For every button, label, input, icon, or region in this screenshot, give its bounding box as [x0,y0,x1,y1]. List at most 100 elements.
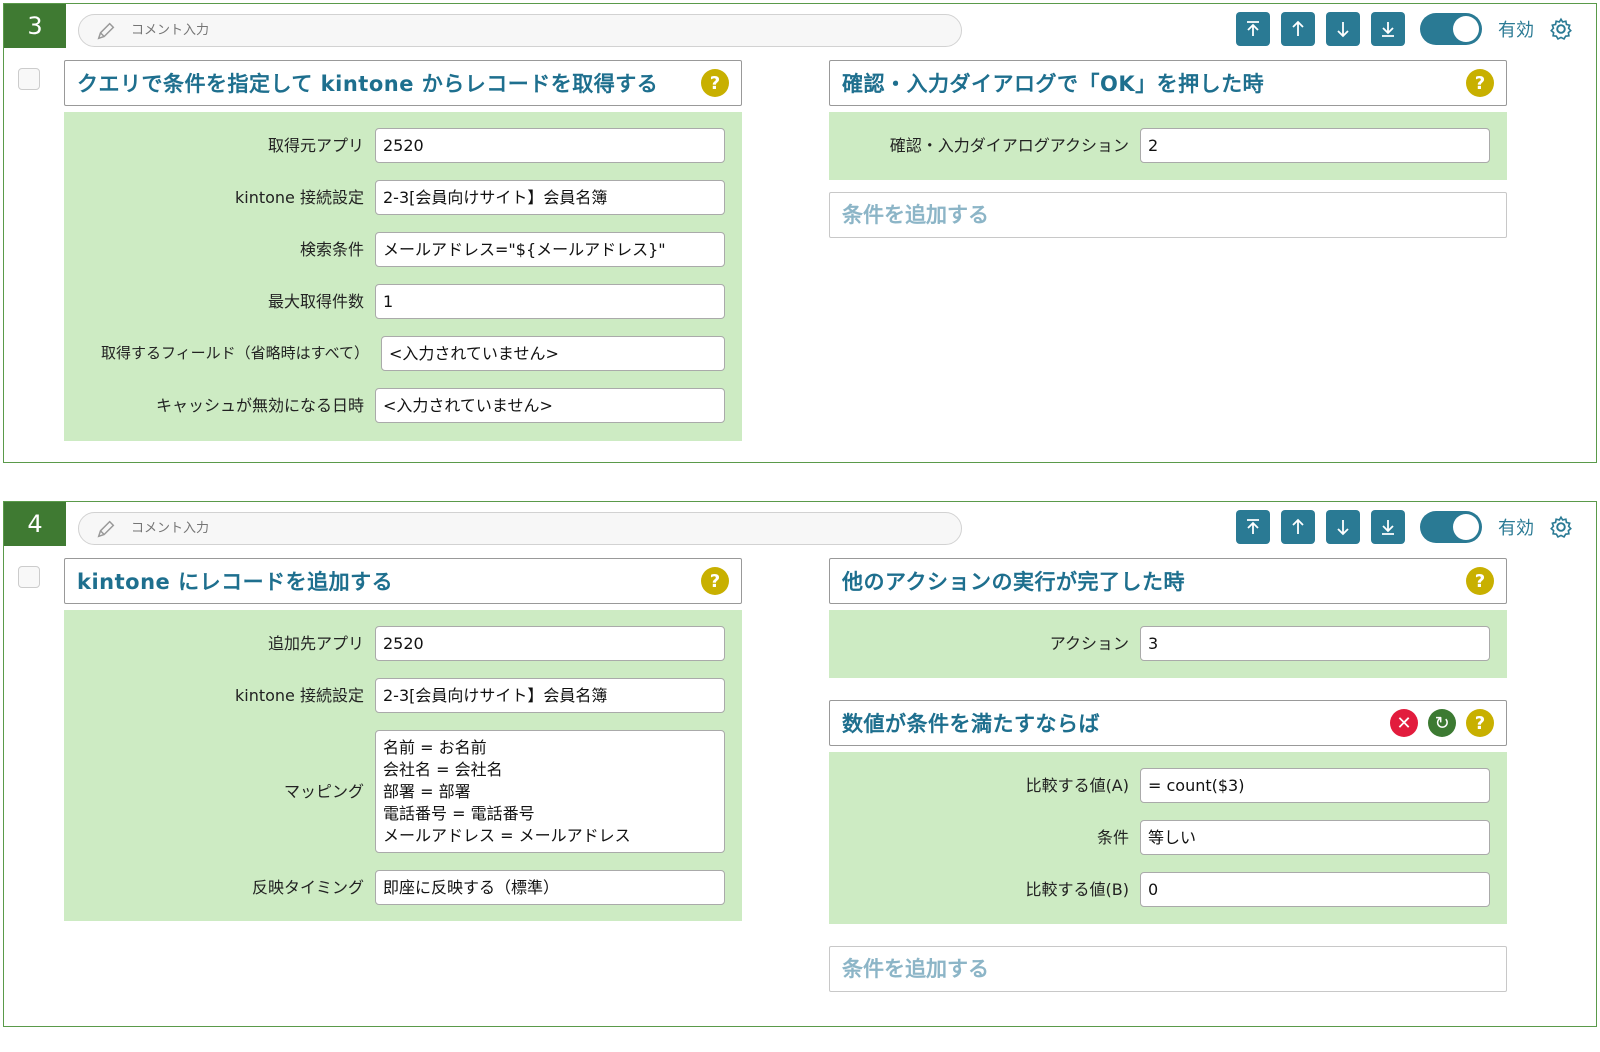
field-row: 取得するフィールド（省略時はすべて） <入力されていません> [64,336,742,371]
action-settings-panel: 取得元アプリ 2520 kintone 接続設定 2-3[会員向けサイト】会員名… [64,112,742,441]
field-row: 比較する値(B) 0 [829,872,1507,907]
arrow-to-bottom-icon [1382,520,1394,535]
action-block-3: 3 有効 クエリで条件を指定して kintone からレコードを取得する ? 取… [3,3,1597,463]
field-label: 比較する値(A) [1025,776,1129,795]
field-row: 取得元アプリ 2520 [64,128,742,163]
arrow-to-bottom-icon [1382,22,1394,37]
cache-expiry-input[interactable]: <入力されていません> [375,388,725,423]
action-card-header: kintone にレコードを追加する ? [64,558,742,604]
field-label: 条件 [1096,828,1129,847]
arrow-down-icon [1337,22,1349,38]
enabled-label: 有効 [1498,20,1534,41]
condition-card-header: 数値が条件を満たすならば ✕ ↻ ? [829,700,1507,746]
move-up-button[interactable] [1281,12,1315,46]
field-label: 比較する値(B) [1025,880,1129,899]
compare-value-a-input[interactable]: = count($3) [1140,768,1490,803]
select-checkbox[interactable] [18,68,40,90]
help-icon[interactable]: ? [701,567,729,595]
field-label: 最大取得件数 [267,292,364,311]
trigger-title: 確認・入力ダイアログで「OK」を押した時 [842,72,1265,96]
field-label: 反映タイミング [251,878,364,897]
field-label: アクション [1049,634,1129,653]
trigger-settings-panel: アクション 3 [829,610,1507,678]
mapping-textarea[interactable]: 名前 = お名前 会社名 = 会社名 部署 = 部署 電話番号 = 電話番号 メ… [375,730,725,853]
move-up-button[interactable] [1281,510,1315,544]
arrow-up-icon [1292,518,1304,534]
action-card-header: クエリで条件を指定して kintone からレコードを取得する ? [64,60,742,106]
action-number-input[interactable]: 3 [1140,626,1490,661]
toggle-knob [1453,514,1479,540]
field-label: kintone 接続設定 [235,686,364,705]
action-title: kintone にレコードを追加する [77,570,394,594]
block-number: 4 [4,502,66,546]
enabled-label: 有効 [1498,518,1534,539]
field-label: 取得するフィールド（省略時はすべて） [100,344,369,362]
help-icon[interactable]: ? [1466,709,1494,737]
arrow-to-top-icon [1247,519,1259,534]
action-block-4: 4 有効 kintone にレコードを追加する ? 追加先アプリ 2520 ki… [3,501,1597,1027]
help-icon[interactable]: ? [1466,567,1494,595]
help-icon[interactable]: ? [701,69,729,97]
add-condition-button[interactable]: 条件を追加する [829,192,1507,238]
move-bottom-button[interactable] [1371,12,1405,46]
compare-value-b-input[interactable]: 0 [1140,872,1490,907]
comment-field[interactable] [78,14,962,47]
trigger-card-header: 確認・入力ダイアログで「OK」を押した時 ? [829,60,1507,106]
field-row: 確認・入力ダイアログアクション 2 [829,128,1507,163]
move-top-button[interactable] [1236,510,1270,544]
select-checkbox[interactable] [18,566,40,588]
trigger-title: 他のアクションの実行が完了した時 [842,570,1185,594]
gear-icon[interactable] [1548,514,1574,540]
comment-field[interactable] [78,512,962,545]
help-icon[interactable]: ? [1466,69,1494,97]
arrow-down-icon [1337,520,1349,536]
move-down-button[interactable] [1326,510,1360,544]
condition-settings-panel: 比較する値(A) = count($3) 条件 等しい 比較する値(B) 0 [829,752,1507,924]
pencil-icon [97,520,115,537]
field-row: マッピング 名前 = お名前 会社名 = 会社名 部署 = 部署 電話番号 = … [64,730,742,853]
condition-select[interactable]: 等しい [1140,820,1490,855]
field-row: アクション 3 [829,626,1507,661]
comment-input[interactable] [129,22,909,39]
reflect-timing-select[interactable]: 即座に反映する（標準） [375,870,725,905]
pencil-icon [97,22,115,39]
enabled-toggle[interactable] [1420,511,1482,543]
field-label: マッピング [283,782,364,801]
action-title: クエリで条件を指定して kintone からレコードを取得する [77,72,659,96]
field-row: 反映タイミング 即座に反映する（標準） [64,870,742,905]
kintone-connection-input[interactable]: 2-3[会員向けサイト】会員名簿 [375,678,725,713]
max-records-input[interactable]: 1 [375,284,725,319]
source-app-input[interactable]: 2520 [375,128,725,163]
field-label: 追加先アプリ [267,634,364,653]
arrow-to-top-icon [1247,21,1259,36]
field-row: キャッシュが無効になる日時 <入力されていません> [64,388,742,423]
field-row: 検索条件 メールアドレス="${メールアドレス}" [64,232,742,267]
dialog-action-input[interactable]: 2 [1140,128,1490,163]
field-row: kintone 接続設定 2-3[会員向けサイト】会員名簿 [64,180,742,215]
move-down-button[interactable] [1326,12,1360,46]
comment-input[interactable] [129,520,909,537]
add-condition-button[interactable]: 条件を追加する [829,946,1507,992]
target-app-input[interactable]: 2520 [375,626,725,661]
kintone-connection-input[interactable]: 2-3[会員向けサイト】会員名簿 [375,180,725,215]
arrow-up-icon [1292,20,1304,36]
field-row: 比較する値(A) = count($3) [829,768,1507,803]
trigger-card-header: 他のアクションの実行が完了した時 ? [829,558,1507,604]
move-bottom-button[interactable] [1371,510,1405,544]
rotate-icon[interactable]: ↻ [1428,709,1456,737]
gear-icon[interactable] [1548,16,1574,42]
block-number: 3 [4,4,66,48]
field-row: 最大取得件数 1 [64,284,742,319]
block-toolbar: 有効 [1236,11,1596,47]
block-toolbar: 有効 [1236,509,1596,545]
delete-condition-icon[interactable]: ✕ [1390,709,1418,737]
enabled-toggle[interactable] [1420,13,1482,45]
field-label: 確認・入力ダイアログアクション [889,136,1129,155]
toggle-knob [1453,16,1479,42]
query-condition-input[interactable]: メールアドレス="${メールアドレス}" [375,232,725,267]
field-row: 追加先アプリ 2520 [64,626,742,661]
field-label: キャッシュが無効になる日時 [155,396,364,415]
fields-to-fetch-input[interactable]: <入力されていません> [381,336,725,371]
move-top-button[interactable] [1236,12,1270,46]
field-row: 条件 等しい [829,820,1507,855]
